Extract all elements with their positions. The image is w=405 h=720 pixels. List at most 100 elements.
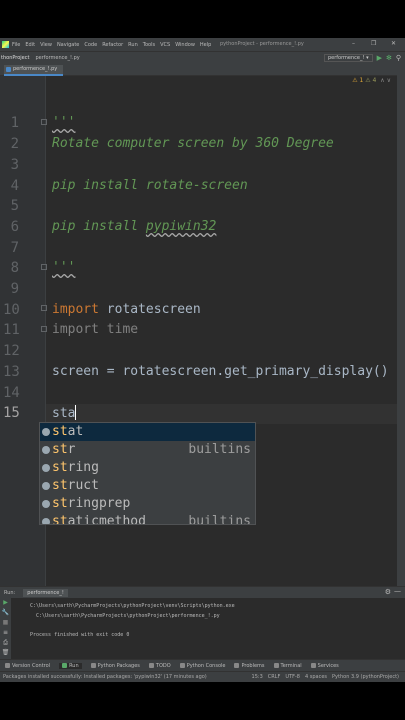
rerun-icon[interactable]: ▶ — [0, 598, 11, 608]
menu-help[interactable]: Help — [200, 42, 211, 48]
wrench-icon[interactable]: 🔧 — [0, 608, 11, 618]
print-icon[interactable]: ⎙ — [0, 638, 11, 648]
fold-marker-icon[interactable] — [41, 305, 47, 311]
gear-icon[interactable]: ⚙ — [385, 588, 391, 596]
menu-run[interactable]: Run — [128, 42, 138, 48]
menu-edit[interactable]: Edit — [25, 42, 35, 48]
editor-tab-label: performence_!.py — [13, 66, 58, 72]
terminal-icon — [273, 663, 279, 668]
completion-match: st — [52, 496, 68, 511]
editor-tab[interactable]: performence_!.py — [4, 65, 64, 76]
line-number: 4 — [10, 178, 19, 194]
menu-navigate[interactable]: Navigate — [57, 42, 79, 48]
search-icon[interactable]: ⚲ — [396, 54, 401, 62]
completion-match: st — [52, 514, 68, 525]
completion-item[interactable]: struct — [40, 477, 255, 495]
code-line-2: Rotate computer screen by 360 Degree — [52, 136, 334, 151]
completion-item[interactable]: str builtins — [40, 441, 255, 459]
run-configuration-select[interactable]: performence_! ▾ — [323, 54, 373, 62]
tool-tab-python-console[interactable]: Python Console — [179, 662, 226, 669]
line-number: 11 — [3, 322, 20, 338]
caret-position[interactable]: 15:3 — [252, 674, 263, 680]
code-editor[interactable]: ⚠ 1 ⚠ 4 ∧ ∨ 1 2 3 4 5 6 7 8 9 10 11 12 1… — [0, 76, 397, 624]
tool-tab-services[interactable]: Services — [310, 663, 339, 669]
minimize-window-button[interactable]: – — [352, 40, 355, 47]
menu-tools[interactable]: Tools — [143, 42, 155, 48]
completion-rest: ruct — [67, 478, 99, 493]
menu-vcs[interactable]: VCS — [160, 42, 170, 48]
fold-marker-icon[interactable] — [41, 119, 47, 125]
code-line-4: pip install rotate-screen — [52, 178, 248, 193]
python-interpreter[interactable]: Python 3.9 (pythonProject) — [332, 674, 399, 680]
line-separator[interactable]: CRLF — [268, 674, 281, 680]
tool-tab-label: Terminal — [280, 662, 302, 669]
completion-rest: ring — [67, 460, 99, 475]
debug-icon[interactable]: ✻ — [386, 54, 392, 62]
module-icon — [42, 500, 50, 508]
completion-source: builtins — [188, 514, 251, 525]
typed-text: sta — [52, 406, 76, 421]
trash-icon[interactable]: 🗑 — [0, 648, 11, 658]
run-panel-tab[interactable]: performence_! — [23, 588, 68, 597]
navigation-bar: thonProject performence_!.py performence… — [0, 51, 405, 64]
console-line: C:\Users\sarth\PycharmProjects\pythonPro… — [30, 613, 220, 619]
version-control-icon — [5, 663, 10, 668]
tool-tab-version-control[interactable]: Version Control — [5, 663, 50, 669]
completion-item[interactable]: stat — [40, 423, 255, 441]
breadcrumb-project[interactable]: thonProject — [1, 55, 29, 61]
run-icon[interactable]: ▶ — [377, 54, 382, 62]
editor-tab-bar: performence_!.py — [0, 64, 405, 76]
line-number: 3 — [10, 157, 19, 173]
completion-rest: aticmethod — [67, 514, 146, 525]
run-icon — [62, 663, 68, 668]
text-caret — [75, 405, 77, 420]
window-title: pythonProject - performence_!.py — [220, 41, 304, 47]
completion-item[interactable]: string — [40, 459, 255, 477]
completion-item[interactable]: stringprep — [40, 495, 255, 513]
module-icon — [42, 464, 50, 472]
weak-warning-count: ⚠ 4 — [365, 77, 377, 84]
completion-rest: r — [67, 442, 76, 457]
code-line-15: sta — [52, 405, 77, 421]
code-line-6-package: pypiwin32 — [145, 219, 217, 234]
code-line-10: import rotatescreen — [52, 302, 201, 317]
tool-tab-label: Run — [69, 662, 79, 669]
menu-bar: File Edit View Navigate Code Refactor Ru… — [0, 38, 405, 51]
navigate-problems-arrows[interactable]: ∧ ∨ — [380, 77, 391, 84]
tool-tab-todo[interactable]: TODO — [148, 663, 171, 669]
tool-tab-label: Version Control — [12, 662, 51, 669]
import-keyword: import — [52, 302, 99, 317]
tool-tab-run[interactable]: Run — [59, 662, 82, 669]
menu-code[interactable]: Code — [84, 42, 97, 48]
fold-marker-icon[interactable] — [41, 264, 47, 270]
fold-marker-icon[interactable] — [41, 326, 47, 332]
line-number: 5 — [10, 198, 19, 214]
completion-item[interactable]: staticmethod builtins — [40, 513, 255, 525]
menu-window[interactable]: Window — [175, 42, 195, 48]
stop-icon[interactable]: ■ — [0, 618, 11, 628]
menu-view[interactable]: View — [40, 42, 52, 48]
completion-source: builtins — [188, 442, 251, 457]
completion-name: staticmethod — [52, 513, 146, 525]
completion-match: st — [52, 442, 68, 457]
completion-match: st — [52, 478, 68, 493]
menu-file[interactable]: File — [12, 42, 20, 48]
code-line-8: ''' — [52, 260, 76, 275]
status-widgets: 15:3 CRLF UTF-8 4 spaces Python 3.9 (pyt… — [252, 674, 399, 680]
close-window-button[interactable]: ✕ — [391, 40, 396, 47]
tool-tab-terminal[interactable]: Terminal — [273, 662, 302, 669]
indent-setting[interactable]: 4 spaces — [305, 674, 327, 680]
status-message[interactable]: Packages installed successfully: Install… — [3, 674, 207, 680]
file-encoding[interactable]: UTF-8 — [285, 674, 300, 680]
line-number: 10 — [3, 302, 20, 318]
inspection-widget[interactable]: ⚠ 1 ⚠ 4 ∧ ∨ — [352, 77, 391, 84]
line-number: 9 — [10, 281, 19, 297]
menu-refactor[interactable]: Refactor — [102, 42, 123, 48]
hide-panel-icon[interactable]: — — [394, 587, 401, 595]
tool-tab-python-packages[interactable]: Python Packages — [90, 663, 140, 669]
tool-tab-problems[interactable]: Problems — [234, 663, 265, 669]
tool-tab-label: Python Console — [186, 662, 226, 669]
maximize-window-button[interactable]: ❐ — [371, 40, 376, 47]
breadcrumb-file[interactable]: performence_!.py — [35, 55, 79, 61]
soft-wrap-icon[interactable]: ≡ — [0, 628, 11, 638]
